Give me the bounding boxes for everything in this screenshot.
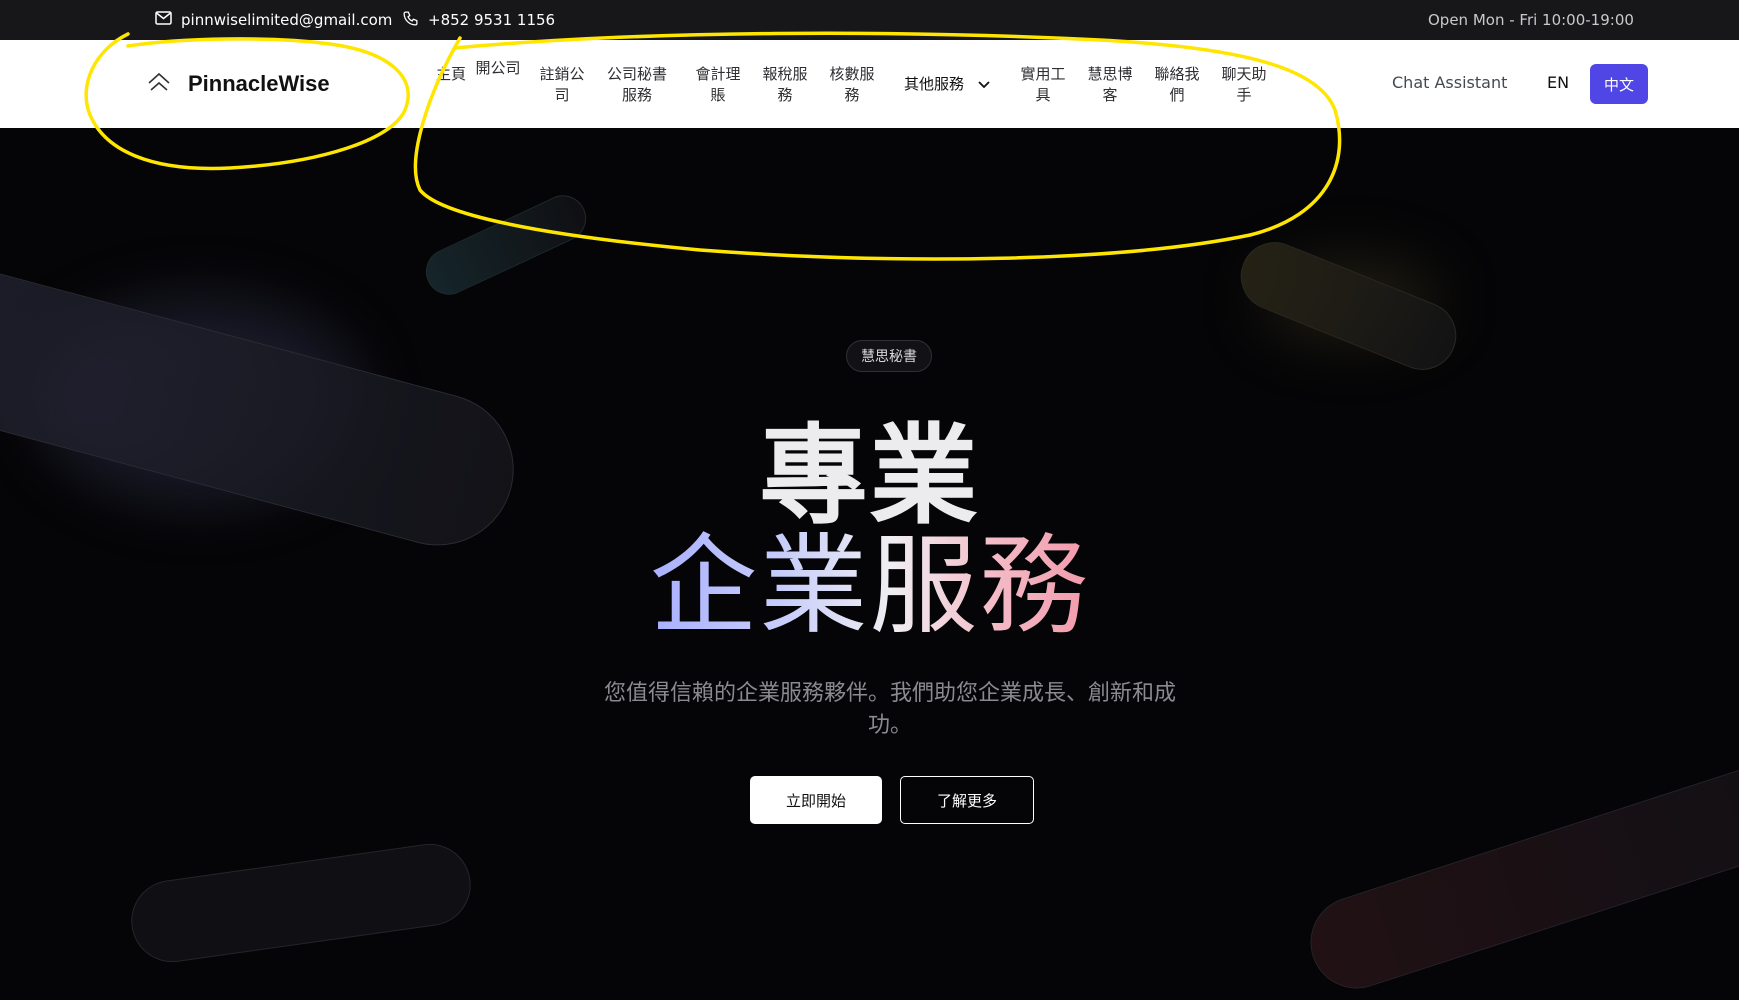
decorative-pill-top <box>418 187 594 303</box>
learn-more-button[interactable]: 了解更多 <box>900 776 1034 824</box>
nav-item-company-secretary[interactable]: 公司秘書服務 <box>606 64 668 106</box>
business-hours: Open Mon - Fri 10:00-19:00 <box>1428 11 1634 29</box>
decorative-pill-right <box>1230 231 1467 381</box>
phone-text[interactable]: +852 9531 1156 <box>428 11 555 29</box>
nav-item-chat-helper[interactable]: 聊天助手 <box>1221 64 1267 106</box>
contact-bar: pinnwiselimited@gmail.com +852 9531 1156… <box>0 0 1739 40</box>
brand-logo-link[interactable]: PinnacleWise <box>146 40 330 128</box>
nav-item-audit[interactable]: 核數服務 <box>829 64 875 106</box>
language-zh-button[interactable]: 中文 <box>1590 64 1648 104</box>
chevron-down-icon[interactable] <box>978 75 990 93</box>
nav-dropdown-label[interactable]: 其他服務 <box>904 73 964 94</box>
nav-item-company-formation[interactable]: 開公司 <box>475 58 521 79</box>
phone-icon <box>402 10 419 31</box>
language-en-button[interactable]: EN <box>1547 73 1569 92</box>
email-contact[interactable]: pinnwiselimited@gmail.com <box>155 0 392 40</box>
hero-title-gradient-text: 企業服務 <box>649 524 1090 649</box>
hero-subtitle: 您值得信賴的企業服務夥伴。我們助您企業成長、創新和成功。 <box>603 681 1176 738</box>
nav-item-contact[interactable]: 聯絡我們 <box>1154 64 1200 106</box>
hero-title-line1: 專業 <box>759 414 980 539</box>
nav-item-deregistration[interactable]: 註銷公司 <box>539 64 585 106</box>
nav-item-home[interactable]: 主頁 <box>428 64 474 85</box>
brand-name[interactable]: PinnacleWise <box>188 71 330 97</box>
chat-assistant-link[interactable]: Chat Assistant <box>1392 73 1507 92</box>
hero-badge: 慧思秘書 <box>846 340 932 372</box>
decorative-pill-bottom-right <box>1298 751 1739 1000</box>
nav-item-accounting[interactable]: 會計理賬 <box>695 64 741 106</box>
nav-item-tools[interactable]: 實用工具 <box>1020 64 1066 106</box>
logo-icon <box>146 71 172 97</box>
mail-icon <box>155 11 172 29</box>
hero-title-line2: 企業服務 <box>0 526 1739 648</box>
get-started-button[interactable]: 立即開始 <box>750 776 882 824</box>
nav-item-blog[interactable]: 慧思博客 <box>1087 64 1133 106</box>
email-text[interactable]: pinnwiselimited@gmail.com <box>181 11 392 29</box>
main-navbar: PinnacleWise 主頁 開公司 註銷公司 公司秘書服務 會計理賬 報稅服… <box>0 40 1739 128</box>
nav-dropdown-other-services[interactable]: 其他服務 <box>904 73 990 94</box>
nav-item-tax-filing[interactable]: 報稅服務 <box>762 64 808 106</box>
decorative-pill-bottom-left <box>125 838 477 968</box>
phone-contact[interactable]: +852 9531 1156 <box>402 0 555 40</box>
